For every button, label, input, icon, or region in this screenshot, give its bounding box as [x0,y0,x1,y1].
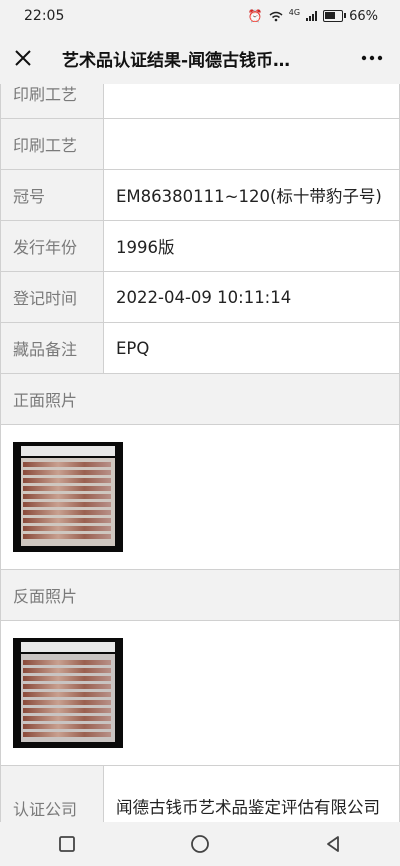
status-time: 22:05 [24,8,65,24]
table-row [0,620,400,766]
slab-label [21,446,115,456]
table-row: 登记时间 2022-04-09 10:11:14 [0,271,400,323]
table-row: 认证公司 闻德古钱币艺术品鉴定评估有限公司 [0,765,400,822]
table-row: 正面照片 [0,373,400,425]
page-title: 艺术品认证结果-闻德古钱币… [62,50,291,71]
row-value [103,118,400,170]
banknote-image [23,470,111,475]
front-photo-title: 正面照片 [0,373,400,425]
banknote-image [23,534,111,539]
table-row: 藏品备注 EPQ [0,322,400,374]
more-button[interactable] [344,32,400,84]
banknote-image [23,486,111,491]
recent-apps-button[interactable] [37,822,97,866]
banknote-image [23,462,111,467]
serial-value: EM86380111~120(标十带豹子号) [103,169,400,221]
app-bar: 艺术品认证结果-闻德古钱币… [0,32,400,84]
banknote-image [23,684,111,689]
slab-label [21,642,115,652]
banknote-image [23,668,111,673]
row-label: 印刷工艺 [0,118,104,170]
circle-icon [191,835,209,853]
table-row [0,424,400,570]
close-icon [15,50,31,66]
issue-year-value: 1996版 [103,220,400,272]
banknote-image [23,494,111,499]
close-button[interactable] [0,32,46,84]
square-icon [58,836,75,852]
remark-value: EPQ [103,322,400,374]
banknote-image [23,660,111,665]
back-photo-cell [0,620,400,766]
battery-percent: 66% [349,8,378,24]
back-photo-title: 反面照片 [0,569,400,621]
company-label: 认证公司 [0,765,104,822]
banknote-image [23,478,111,483]
back-photo[interactable] [13,638,123,748]
remark-label: 藏品备注 [0,322,104,374]
banknote-image [23,676,111,681]
banknote-image [23,692,111,697]
result-content[interactable]: 印刷工艺 印刷工艺 冠号 EM86380111~120(标十带豹子号) 发行年份… [0,84,400,822]
banknote-image [23,700,111,705]
issue-year-label: 发行年份 [0,220,104,272]
status-bar: 22:05 ⏰ 4G 66% [0,0,400,32]
serial-label: 冠号 [0,169,104,221]
table-row: 冠号 EM86380111~120(标十带豹子号) [0,169,400,221]
front-photo-cell [0,424,400,570]
table-row: 反面照片 [0,569,400,621]
more-icon [361,55,383,61]
row-label: 印刷工艺 [0,84,104,119]
company-value: 闻德古钱币艺术品鉴定评估有限公司 [103,765,400,822]
result-table: 印刷工艺 印刷工艺 冠号 EM86380111~120(标十带豹子号) 发行年份… [0,84,400,822]
home-button[interactable] [170,822,230,866]
alarm-icon: ⏰ [247,9,263,23]
front-photo[interactable] [13,442,123,552]
triangle-back-icon [327,836,340,852]
system-nav-bar [0,822,400,866]
battery-icon [323,10,347,22]
banknote-image [23,510,111,515]
status-icons: ⏰ 4G 66% [247,7,378,24]
register-time-value: 2022-04-09 10:11:14 [103,271,400,323]
network-type: 4G [288,7,301,17]
banknote-image [23,502,111,507]
row-value [103,84,400,119]
banknote-image [23,724,111,729]
banknote-image [23,708,111,713]
signal-icon [306,11,318,21]
banknote-image [23,518,111,523]
banknote-image [23,732,111,737]
banknote-image [23,716,111,721]
table-row: 发行年份 1996版 [0,220,400,272]
back-button[interactable] [303,822,363,866]
wifi-icon [269,11,283,21]
table-row: 印刷工艺 [0,84,400,119]
table-row: 印刷工艺 [0,118,400,170]
banknote-image [23,526,111,531]
register-time-label: 登记时间 [0,271,104,323]
